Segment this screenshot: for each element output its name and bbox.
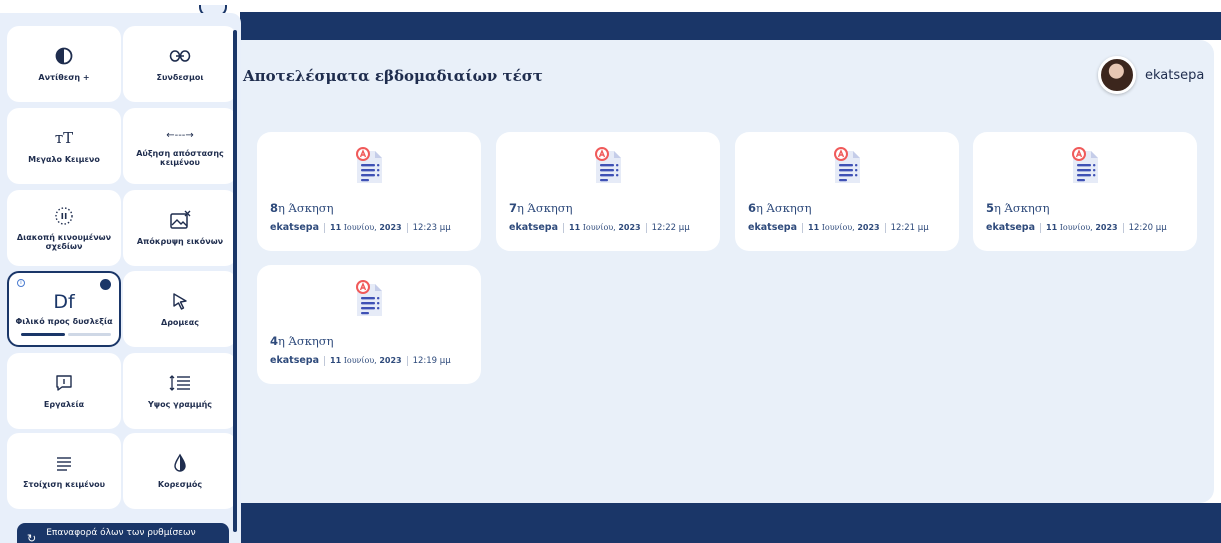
tile-label: Φιλικό προς δυσλεξία	[15, 317, 113, 327]
document-icon	[356, 280, 382, 316]
cursor-icon	[171, 290, 189, 312]
card-date: 11 Ιουνίου, 2023	[330, 223, 402, 232]
card-date: 11 Ιουνίου, 2023	[330, 356, 402, 365]
card-author: ekatsepa	[270, 222, 320, 233]
text-spacing-toggle[interactable]: ←---→ Αύξηση απόστασης κειμένου	[123, 108, 237, 184]
avatar[interactable]	[1098, 56, 1136, 94]
cursor-toggle[interactable]: Δρομεας	[123, 271, 237, 347]
reset-label: Επαναφορά όλων των ρυθμίσεων	[46, 528, 196, 538]
card-title: 7η Άσκηση	[509, 201, 573, 215]
card-meta: ekatsepa 11 Ιουνίου, 2023 12:19 μμ	[270, 355, 451, 366]
tile-label: Κορεσμός	[157, 480, 203, 490]
check-icon	[100, 279, 111, 290]
card-author: ekatsepa	[748, 222, 798, 233]
card-title: 8η Άσκηση	[270, 201, 334, 215]
card-time: 12:21 μμ	[890, 222, 929, 233]
line-height-toggle[interactable]: Υψος γραμμής	[123, 353, 237, 429]
exercise-card[interactable]: 6η Άσκηση ekatsepa 11 Ιουνίου, 2023 12:2…	[735, 132, 959, 251]
tooltips-toggle[interactable]: Εργαλεία	[7, 353, 121, 429]
hide-images-toggle[interactable]: Απόκρυψη εικόνων	[123, 190, 237, 266]
card-meta: ekatsepa 11 Ιουνίου, 2023 12:20 μμ	[986, 222, 1167, 233]
card-time: 12:19 μμ	[412, 355, 451, 366]
hide-images-icon	[169, 209, 191, 231]
pause-animations-toggle[interactable]: Διακοπή κινουμένων σχεδίων	[7, 190, 121, 266]
card-time: 12:20 μμ	[1128, 222, 1167, 233]
line-height-icon	[168, 372, 192, 394]
tile-label: Εργαλεία	[43, 400, 85, 410]
tile-label: Μεγαλο Κειμενο	[28, 155, 100, 165]
contrast-icon	[55, 45, 73, 67]
panel-scrollbar[interactable]	[233, 30, 237, 532]
exercise-card[interactable]: 7η Άσκηση ekatsepa 11 Ιουνίου, 2023 12:2…	[496, 132, 720, 251]
document-icon	[595, 147, 621, 183]
saturation-icon	[172, 452, 188, 474]
card-title: 6η Άσκηση	[748, 201, 812, 215]
big-text-toggle[interactable]: тТ Μεγαλο Κειμενο	[7, 108, 121, 184]
user-menu[interactable]: ekatsepa	[1098, 56, 1204, 94]
tile-label: Στοίχιση κειμένου	[22, 480, 106, 490]
contrast-toggle[interactable]: Αντίθεση +	[7, 26, 121, 102]
text-align-icon	[55, 452, 73, 474]
reset-icon: ↻	[27, 532, 37, 543]
page-title: Αποτελέσματα εβδομαδιαίων τέστ	[243, 67, 543, 85]
tile-label: Αντίθεση +	[38, 73, 90, 83]
exercise-card[interactable]: 4η Άσκηση ekatsepa 11 Ιουνίου, 2023 12:1…	[257, 265, 481, 384]
dyslexia-friendly-toggle[interactable]: i Df Φιλικό προς δυσλεξία	[7, 271, 121, 347]
exercise-card[interactable]: 8η Άσκηση ekatsepa 11 Ιουνίου, 2023 12:2…	[257, 132, 481, 251]
card-time: 12:23 μμ	[412, 222, 451, 233]
card-date: 11 Ιουνίου, 2023	[569, 223, 641, 232]
dyslexia-icon: Df	[53, 291, 75, 314]
card-time: 12:22 μμ	[651, 222, 690, 233]
link-icon	[169, 45, 191, 67]
exercise-card[interactable]: 5η Άσκηση ekatsepa 11 Ιουνίου, 2023 12:2…	[973, 132, 1197, 251]
tile-label: Δρομεας	[161, 318, 199, 328]
tile-label: Αύξηση απόστασης κειμένου	[136, 148, 224, 167]
card-title: 5η Άσκηση	[986, 201, 1050, 215]
document-icon	[834, 147, 860, 183]
saturation-toggle[interactable]: Κορεσμός	[123, 433, 237, 509]
level-indicator	[21, 333, 111, 336]
bottom-bar	[240, 503, 1221, 543]
card-date: 11 Ιουνίου, 2023	[1046, 223, 1118, 232]
card-meta: ekatsepa 11 Ιουνίου, 2023 12:23 μμ	[270, 222, 451, 233]
links-toggle[interactable]: Συνδεσμοι	[123, 26, 237, 102]
reset-settings-button[interactable]: ↻ Επαναφορά όλων των ρυθμίσεων	[17, 523, 229, 543]
card-author: ekatsepa	[986, 222, 1036, 233]
card-author: ekatsepa	[509, 222, 559, 233]
card-author: ekatsepa	[270, 355, 320, 366]
accessibility-panel: Αντίθεση + Συνδεσμοι тТ Μεγαλο Κειμενο ←…	[0, 13, 241, 543]
card-meta: ekatsepa 11 Ιουνίου, 2023 12:22 μμ	[509, 222, 690, 233]
tooltip-icon	[55, 372, 73, 394]
text-spacing-icon: ←---→	[166, 130, 194, 142]
tile-label: Υψος γραμμής	[147, 400, 213, 410]
info-icon[interactable]: i	[17, 279, 25, 287]
top-bar	[240, 12, 1221, 40]
tile-label: Διακοπή κινουμένων σχεδίων	[16, 232, 112, 251]
username: ekatsepa	[1145, 67, 1205, 83]
document-icon	[1072, 147, 1098, 183]
tile-label: Απόκρυψη εικόνων	[136, 237, 224, 247]
card-title: 4η Άσκηση	[270, 334, 334, 348]
text-size-icon: тТ	[54, 129, 74, 148]
tile-label: Συνδεσμοι	[156, 73, 204, 83]
card-meta: ekatsepa 11 Ιουνίου, 2023 12:21 μμ	[748, 222, 929, 233]
pause-animations-icon	[54, 205, 74, 227]
card-date: 11 Ιουνίου, 2023	[808, 223, 880, 232]
text-align-toggle[interactable]: Στοίχιση κειμένου	[7, 433, 121, 509]
document-icon	[356, 147, 382, 183]
